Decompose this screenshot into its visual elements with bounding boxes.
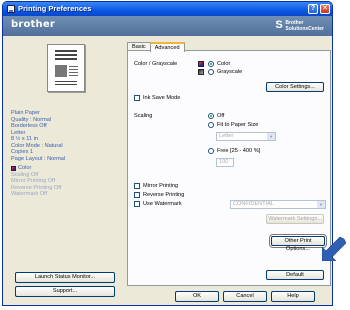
solutions-s-icon: S	[275, 19, 283, 31]
grayscale-option-label: Grayscale	[217, 69, 243, 75]
mirror-printing-checkbox[interactable]	[134, 183, 140, 189]
page-preview	[47, 44, 85, 92]
paper-size-value: Letter	[219, 133, 234, 139]
chevron-down-icon: ▼	[317, 201, 325, 208]
ink-save-mode-label: Ink Save Mode	[143, 95, 181, 101]
free-scaling-stepper[interactable]: 100	[216, 158, 234, 167]
pointer-arrow-icon	[322, 237, 346, 261]
free-scaling-value: 100	[219, 159, 229, 165]
grayscale-radio[interactable]	[208, 69, 214, 75]
color-grayscale-label: Color / Grayscale	[134, 61, 178, 67]
title-bar: Printing Preferences ? ✕	[3, 2, 332, 16]
advanced-tab-panel: Color / Grayscale Color Grayscale Color …	[127, 50, 331, 286]
settings-summary: Plain Paper Quality : Normal Borderless …	[11, 110, 65, 198]
reverse-printing-label: Reverse Printing	[143, 192, 185, 198]
close-button[interactable]: ✕	[320, 4, 330, 14]
help-button[interactable]: Help	[271, 291, 315, 302]
solutions-center-link[interactable]: S Brother SolutionsCenter	[275, 20, 324, 33]
use-watermark-label: Use Watermark	[143, 201, 182, 207]
free-scaling-radio[interactable]	[208, 148, 214, 154]
reverse-printing-checkbox[interactable]	[134, 192, 140, 198]
default-button[interactable]: Default	[266, 270, 324, 280]
solutions-line2: SolutionsCenter	[285, 26, 324, 32]
printing-preferences-window: Printing Preferences ? ✕ brother S Broth…	[2, 1, 333, 306]
chevron-down-icon: ▼	[267, 133, 275, 140]
color-icon	[198, 61, 204, 67]
ink-save-mode-checkbox[interactable]	[134, 95, 140, 101]
watermark-value: CONFIDENTIAL	[233, 201, 275, 207]
color-option-label: Color	[217, 61, 231, 67]
fit-to-paper-label: Fit to Paper Size	[217, 122, 259, 128]
watermark-select[interactable]: CONFIDENTIAL ▼	[230, 200, 326, 209]
mirror-printing-label: Mirror Printing	[143, 183, 179, 189]
brand-header: brother S Brother SolutionsCenter	[3, 16, 332, 36]
cancel-button[interactable]: Cancel	[223, 291, 267, 302]
tab-advanced[interactable]: Advanced	[149, 42, 185, 52]
scaling-label: Scaling	[134, 113, 153, 119]
scaling-off-label: Off	[217, 113, 225, 119]
fit-to-paper-radio[interactable]	[208, 122, 214, 128]
color-mode-icon	[11, 165, 16, 171]
free-scaling-label: Free [25 - 400 %]	[217, 148, 261, 154]
other-print-options-button[interactable]: Other Print Options...	[271, 236, 325, 252]
color-settings-button[interactable]: Color Settings...	[266, 82, 324, 92]
summary-line: Watermark Off	[11, 191, 48, 197]
help-title-button[interactable]: ?	[308, 4, 318, 14]
watermark-settings-button[interactable]: Watermark Settings...	[266, 214, 324, 224]
summary-color-label: Color	[18, 165, 32, 171]
color-radio[interactable]	[208, 61, 214, 67]
summary-line: Page Layout : Normal	[11, 155, 66, 162]
printer-icon	[7, 5, 15, 13]
support-button[interactable]: Support...	[15, 286, 115, 297]
settings-summary-panel: Plain Paper Quality : Normal Borderless …	[11, 40, 121, 297]
paper-size-select[interactable]: Letter ▼	[216, 132, 276, 141]
scaling-off-radio[interactable]	[208, 113, 214, 119]
window-title: Printing Preferences	[18, 4, 92, 13]
ok-button[interactable]: OK	[175, 291, 219, 302]
grayscale-icon	[198, 69, 204, 75]
use-watermark-checkbox[interactable]	[134, 201, 140, 207]
brother-logo: brother	[11, 19, 55, 30]
launch-status-monitor-button[interactable]: Launch Status Monitor...	[15, 272, 115, 283]
